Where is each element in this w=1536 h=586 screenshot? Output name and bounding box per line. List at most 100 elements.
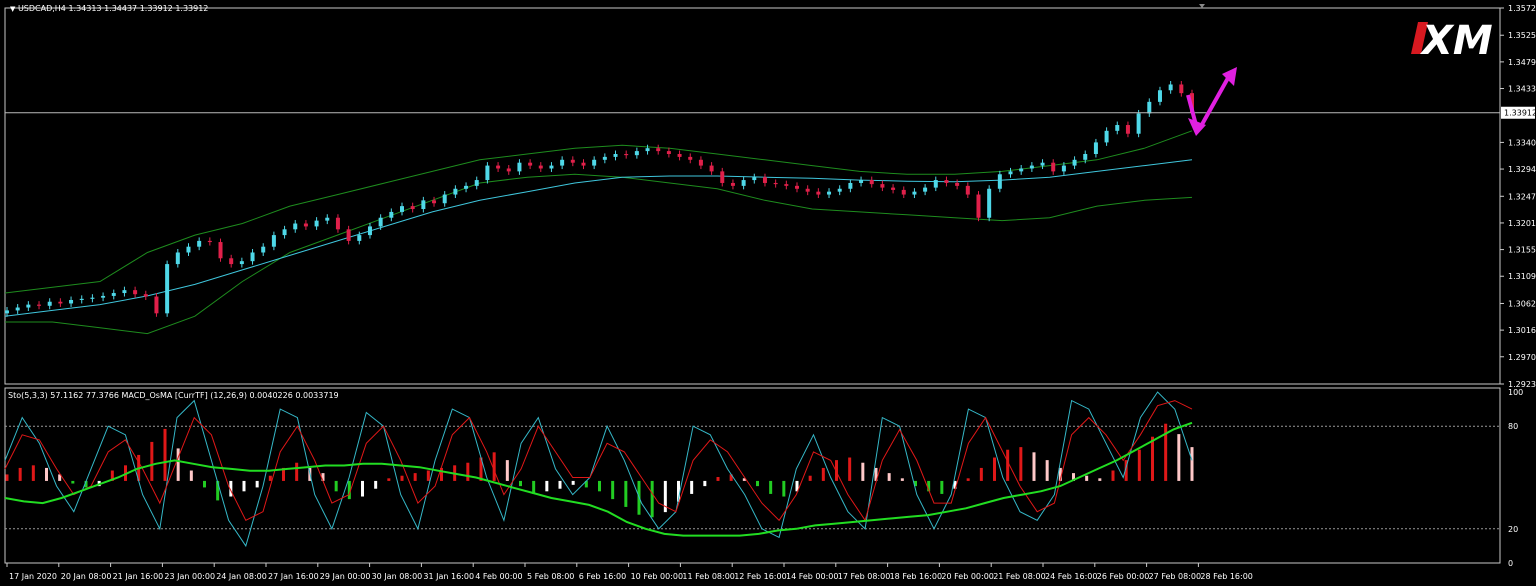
histogram-bar (690, 480, 694, 494)
histogram-bar (1111, 470, 1115, 481)
candle-body (923, 187, 928, 192)
histogram-bar (1177, 434, 1181, 481)
histogram-bar (203, 480, 206, 488)
candle-body (752, 177, 757, 181)
candle-body (1072, 159, 1077, 166)
time-tick-label: 20 Jan 08:00 (61, 572, 112, 581)
candle-body (827, 191, 832, 195)
candle-body (816, 191, 821, 195)
candle-body (1104, 130, 1109, 143)
candle-body (965, 185, 970, 195)
candle-body (421, 200, 426, 210)
histogram-bar (1006, 449, 1010, 481)
histogram-bar (400, 475, 404, 481)
histogram-bar (361, 480, 364, 497)
candle-body (762, 177, 767, 183)
histogram-bar (1045, 460, 1049, 481)
histogram-bar (1137, 449, 1141, 481)
candle-body (1051, 162, 1056, 172)
time-tick-label: 27 Feb 08:00 (1149, 572, 1201, 581)
chart-menu-icon[interactable]: ▼ (10, 5, 15, 13)
candle-body (933, 180, 938, 188)
time-tick-label: 31 Jan 16:00 (423, 572, 474, 581)
bollinger-lower-line (5, 173, 1193, 335)
candle-body (837, 188, 842, 192)
candle-body (69, 299, 74, 304)
histogram-bar (31, 465, 35, 481)
time-tick-label: 5 Feb 08:00 (527, 572, 574, 581)
arrow-up (1198, 77, 1230, 129)
candle-body (688, 156, 693, 160)
candle-body (1136, 113, 1141, 134)
candle-body (944, 180, 949, 183)
candle-body (1093, 142, 1098, 154)
histogram-bar (940, 480, 944, 494)
chart-canvas[interactable]: 1.33912 1.35720 1.35250 1.34790 1.34330 1.33… (0, 0, 1536, 586)
candle-body (378, 217, 383, 227)
candle-body (1083, 153, 1088, 160)
histogram-bar (598, 480, 601, 492)
candle-body (741, 180, 746, 186)
histogram-bar (413, 473, 417, 481)
candle-body (709, 165, 714, 172)
time-tick-label: 12 Feb 16:00 (734, 572, 786, 581)
time-tick-label: 21 Feb 08:00 (993, 572, 1045, 581)
candle-body (581, 162, 586, 166)
candle-body (645, 148, 650, 152)
candle-body (143, 294, 148, 297)
histogram-bar (979, 467, 983, 481)
histogram-bar (769, 480, 773, 494)
histogram-bar (1098, 478, 1102, 481)
histogram-bar (189, 470, 193, 481)
histogram-bar (374, 480, 378, 489)
time-tick-label: 6 Feb 16:00 (579, 572, 626, 581)
candle-body (613, 153, 618, 157)
candle-body (987, 188, 992, 218)
candle-body (602, 156, 607, 160)
candle-body (367, 226, 372, 236)
candle-body (79, 298, 84, 300)
price-tick-label: 1.32470 (1508, 192, 1536, 201)
histogram-bar (624, 480, 628, 507)
time-tick-label: 21 Jan 16:00 (113, 572, 164, 581)
candle-body (901, 189, 906, 195)
candle-body (528, 162, 533, 166)
histogram-bar (505, 460, 509, 481)
candle-body (634, 151, 639, 156)
shift-marker[interactable] (1199, 4, 1205, 8)
time-tick-label: 24 Feb 16:00 (1045, 572, 1097, 581)
candle-body (346, 229, 351, 241)
candle-body (15, 307, 20, 311)
histogram-bar (558, 480, 562, 489)
candle-body (496, 165, 501, 169)
candle-body (549, 165, 554, 169)
price-tick-label: 1.35720 (1508, 4, 1536, 13)
candle-body (1061, 165, 1066, 172)
time-tick-label: 27 Jan 16:00 (268, 572, 319, 581)
candle-body (592, 159, 597, 166)
candle-body (1019, 168, 1024, 172)
candle-body (282, 229, 287, 236)
candle-body (250, 252, 255, 262)
osc-panel-border (4, 387, 1501, 564)
histogram-bar (1190, 447, 1194, 481)
histogram-bar (387, 478, 391, 481)
histogram-bar (466, 462, 470, 481)
histogram-bar (756, 480, 759, 487)
histogram-bar (45, 467, 48, 481)
histogram-bar (1019, 447, 1023, 481)
candle-body (880, 184, 885, 188)
candle-body (517, 162, 522, 172)
candle-body (955, 182, 960, 186)
candle-body (538, 165, 543, 169)
price-tick-label: 1.29700 (1508, 353, 1536, 362)
candle-body (410, 206, 415, 210)
candle-body (303, 223, 308, 227)
candle-body (293, 223, 298, 230)
candle-body (570, 159, 575, 163)
histogram-bar (150, 441, 154, 481)
moving-average-line (4, 159, 1193, 317)
price-tick-label: 1.30620 (1508, 299, 1536, 308)
time-tick-label: 17 Feb 08:00 (838, 572, 890, 581)
candle-body (1147, 101, 1152, 114)
